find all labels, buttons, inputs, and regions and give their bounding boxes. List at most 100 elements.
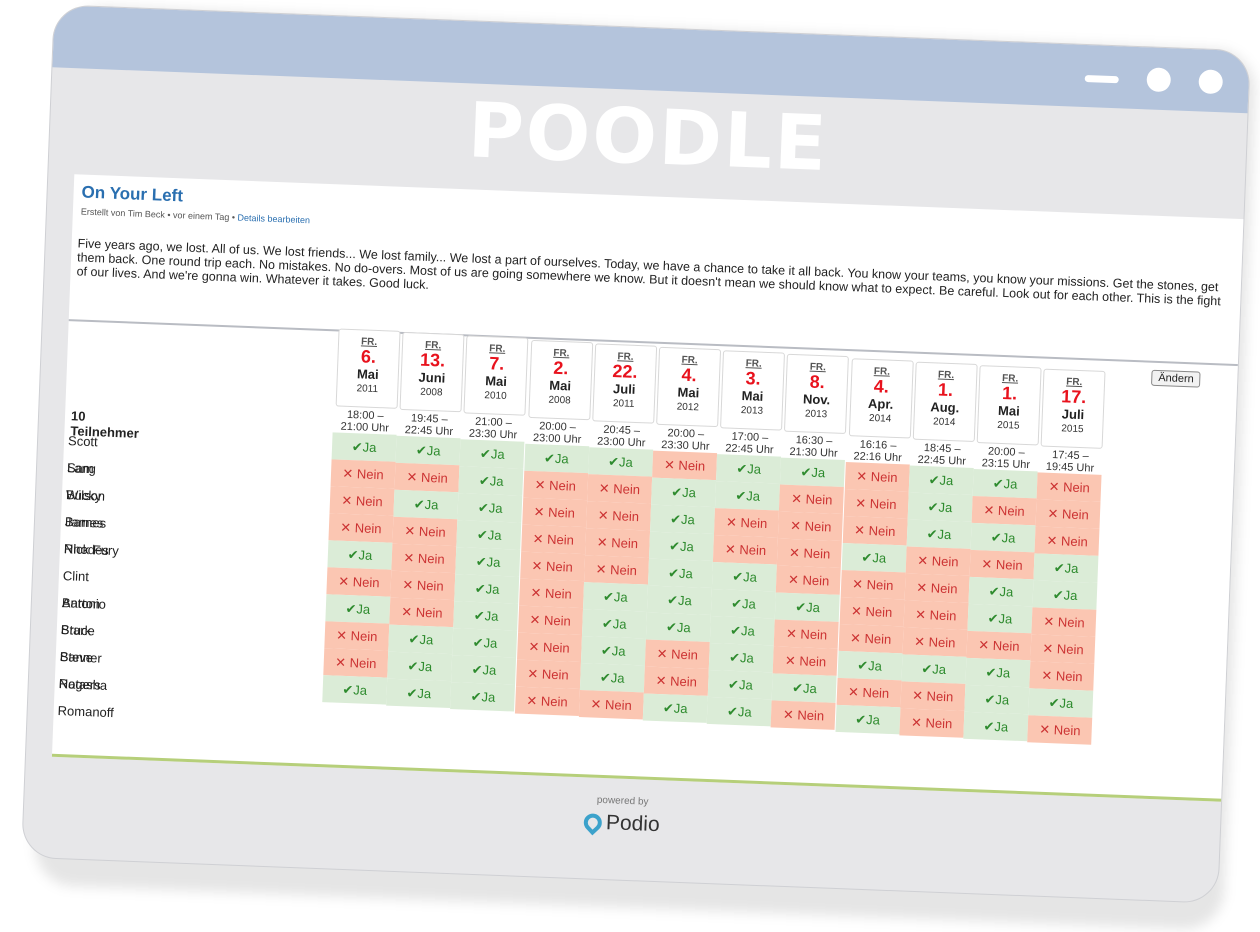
vote-cell: ✕ Nein: [643, 666, 709, 696]
vote-cell: ✔Ja: [456, 520, 522, 551]
vote-cell: ✕ Nein: [520, 524, 586, 554]
date-card[interactable]: FR. 7. Mai 2010: [463, 335, 529, 417]
vote-cell: ✔Ja: [707, 670, 773, 700]
vote-cell: ✔Ja: [646, 585, 712, 615]
vote-cell: ✕ Nein: [903, 600, 969, 630]
date-card[interactable]: FR. 8. Nov. 2013: [784, 354, 850, 435]
participant-name: Antonio Stark: [60, 595, 107, 639]
date-time: 19:45 – 22:45 Uhr: [404, 412, 454, 439]
vote-cell: ✕ Nein: [394, 462, 460, 493]
vote-cell: ✔Ja: [963, 711, 1029, 742]
vote-cell: ✔Ja: [648, 531, 714, 562]
vote-cell: ✕ Nein: [1029, 661, 1095, 691]
vote-cell: ✔Ja: [972, 468, 1038, 499]
vote-cell: ✕ Nein: [519, 551, 585, 581]
maximize-icon[interactable]: [1146, 67, 1172, 93]
date-year: 2008: [420, 386, 443, 399]
vote-cell: ✕ Nein: [515, 659, 581, 689]
vote-cell: ✕ Nein: [328, 513, 394, 543]
date-year: 2014: [868, 412, 892, 425]
vote-cell: ✔Ja: [587, 447, 653, 477]
vote-cell: ✕ Nein: [1034, 526, 1100, 557]
podio-name: Podio: [605, 811, 661, 837]
vote-cell: ✔Ja: [455, 547, 521, 578]
vote-cell: ✔Ja: [642, 693, 708, 723]
vote-cell: ✕ Nein: [779, 484, 845, 515]
poll-description: Five years ago, we lost. All of us. We l…: [76, 236, 1221, 309]
date-day: 8.: [809, 372, 826, 393]
vote-cell: ✔Ja: [393, 489, 459, 520]
date-card[interactable]: FR. 4. Apr. 2014: [848, 357, 914, 439]
date-card[interactable]: FR. 1. Mai 2015: [976, 365, 1042, 446]
vote-cell: ✔Ja: [327, 540, 393, 570]
browser-window: POODLE On Your Left Erstellt von Tim Bec…: [22, 5, 1250, 903]
minimize-icon[interactable]: [1084, 74, 1119, 84]
vote-cell: ✔Ja: [711, 589, 777, 619]
date-day: 7.: [488, 353, 505, 375]
vote-cell: ✕ Nein: [777, 538, 843, 569]
date-card[interactable]: FR. 17. Juli 2015: [1040, 368, 1106, 450]
date-card[interactable]: FR. 13. Juni 2008: [399, 332, 465, 413]
vote-cell: ✕ Nein: [770, 700, 836, 731]
vote-cell: ✔Ja: [709, 616, 775, 646]
date-time: 20:00 – 23:15 Uhr: [981, 445, 1031, 472]
vote-cell: ✔Ja: [386, 678, 452, 709]
vote-cell: ✔Ja: [451, 655, 517, 685]
vote-cell: ✔Ja: [780, 457, 846, 488]
change-button[interactable]: Ändern: [1151, 369, 1202, 388]
edit-details-link[interactable]: Details bearbeiten: [237, 213, 310, 226]
vote-cell: ✕ Nein: [521, 497, 587, 527]
date-time: 20:00 – 23:00 Uhr: [532, 419, 582, 446]
vote-cell: ✕ Nein: [390, 570, 456, 601]
vote-cell: ✕ Nein: [899, 708, 965, 738]
vote-cell: ✕ Nein: [1036, 472, 1102, 503]
vote-cell: ✔Ja: [645, 612, 711, 642]
vote-cell: ✕ Nein: [840, 569, 906, 600]
vote-cell: ✔Ja: [650, 504, 716, 535]
vote-cell: ✕ Nein: [776, 565, 842, 596]
vote-cell: ✔Ja: [716, 454, 782, 484]
participant-names: Scott Lang Sam Wilson Bucky Barnes James Rh…: [54, 427, 124, 720]
vote-cell: ✕ Nein: [585, 500, 651, 531]
date-card[interactable]: FR. 3. Mai 2013: [720, 350, 786, 431]
date-card[interactable]: FR. 1. Aug. 2014: [912, 361, 978, 442]
vote-cell: ✔Ja: [965, 657, 1031, 688]
participant-name: Bruce Banner: [59, 622, 102, 666]
vote-cell: ✕ Nein: [583, 554, 649, 585]
date-card[interactable]: FR. 22. Juli 2011: [592, 343, 657, 424]
vote-cell: ✔Ja: [454, 574, 520, 605]
vote-cell: ✔Ja: [901, 654, 967, 684]
vote-cell: ✕ Nein: [522, 470, 588, 500]
vote-cell: ✕ Nein: [323, 648, 389, 678]
date-time: 20:00 – 23:30 Uhr: [660, 427, 710, 453]
date-time: 20:45 – 23:00 Uhr: [596, 423, 646, 450]
vote-cell: ✕ Nein: [1035, 499, 1101, 530]
date-card[interactable]: FR. 2. Mai 2008: [527, 339, 593, 420]
participant-name: Sam Wilson: [65, 460, 106, 504]
vote-cell: ✕ Nein: [392, 516, 458, 547]
poll-panel: On Your Left Erstellt von Tim Beck • vor…: [51, 174, 1250, 802]
date-day: 6.: [360, 346, 377, 367]
date-column: FR. 17. Juli 2015 17:45 – 19:45 Uhr ✕ Nein ✕ N…: [1027, 368, 1106, 745]
vote-cell: ✔Ja: [395, 436, 461, 466]
vote-cell: ✔Ja: [1033, 553, 1099, 584]
date-time: 21:00 – 23:30 Uhr: [468, 416, 518, 442]
date-day: 2.: [552, 357, 569, 378]
vote-cell: ✔Ja: [452, 628, 518, 658]
vote-cell: ✕ Nein: [586, 473, 652, 504]
vote-cell: ✕ Nein: [1027, 715, 1093, 745]
participant-name: Nick Fury: [63, 541, 120, 559]
vote-cell: ✕ Nein: [1030, 634, 1096, 664]
vote-cell: ✕ Nein: [652, 450, 718, 481]
vote-cell: ✔Ja: [322, 675, 388, 705]
vote-cell: ✕ Nein: [329, 486, 395, 516]
close-icon[interactable]: [1198, 69, 1224, 95]
date-card[interactable]: FR. 4. Mai 2012: [656, 346, 722, 428]
date-day: 1.: [937, 379, 954, 400]
date-year: 2013: [740, 405, 764, 418]
vote-cell: ✕ Nein: [773, 646, 839, 677]
vote-cell: ✕ Nein: [904, 573, 970, 603]
date-time: 18:45 – 22:45 Uhr: [917, 441, 967, 468]
poll-meta: Erstellt von Tim Beck • vor einem Tag • …: [81, 207, 310, 226]
date-card[interactable]: FR. 6. Mai 2011: [335, 328, 401, 409]
